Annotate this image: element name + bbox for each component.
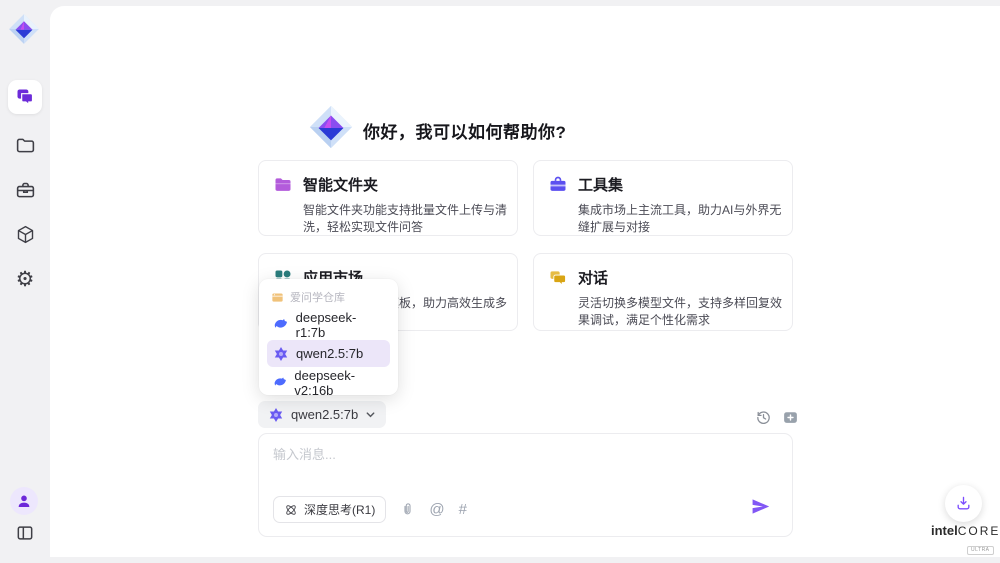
page-title: 你好，我可以如何帮助你? (363, 118, 566, 143)
model-selector[interactable]: qwen2.5:7b (258, 401, 386, 428)
deep-think-label: 深度思考(R1) (304, 501, 375, 518)
card-title: 工具集 (578, 174, 623, 195)
folder-icon (15, 135, 36, 156)
card-description: 灵活切换多模型文件，支持多样回复效果调试，满足个性化需求 (578, 295, 783, 329)
card-toolset[interactable]: 工具集 集成市场上主流工具，助力AI与外界无缝扩展与对接 (533, 160, 793, 236)
core-wordmark: core (958, 524, 1000, 538)
atom-icon (284, 503, 298, 517)
paperclip-icon (400, 502, 415, 517)
sidebar-item-folder[interactable] (0, 133, 50, 157)
model-group-label: 爱问学仓库 (290, 289, 345, 305)
briefcase-icon (15, 180, 36, 201)
qwen-icon (273, 346, 289, 362)
deepseek-whale-icon (273, 375, 287, 391)
sidebar: ⚙ (0, 0, 50, 563)
greeting-logo-icon (308, 104, 354, 150)
send-button[interactable] (751, 497, 770, 521)
intel-core-badge: intelcore ultra (931, 523, 993, 556)
new-chat-plus-icon (782, 409, 799, 426)
model-option-label: deepseek-r1:7b (296, 310, 384, 340)
composer: 深度思考(R1) @ # (258, 433, 793, 537)
qwen-icon (268, 407, 284, 423)
card-smart-folder[interactable]: 智能文件夹 智能文件夹功能支持批量文件上传与清洗，轻松实现文件问答 (258, 160, 518, 236)
app-logo-icon[interactable] (7, 12, 41, 46)
send-icon (751, 497, 770, 516)
card-description: 智能文件夹功能支持批量文件上传与清洗，轻松实现文件问答 (303, 202, 508, 236)
panel-layout-icon (15, 523, 35, 543)
user-avatar[interactable] (10, 487, 38, 515)
purple-folder-icon (273, 175, 293, 195)
gold-chat-icon (548, 268, 568, 288)
sidebar-item-settings[interactable]: ⚙ (0, 266, 50, 292)
sidebar-item-models[interactable] (0, 222, 50, 246)
history-button[interactable] (755, 409, 772, 426)
deep-think-toggle[interactable]: 深度思考(R1) (273, 496, 386, 523)
composer-toolbar: 深度思考(R1) @ # (273, 496, 467, 523)
chevron-down-icon (365, 409, 376, 420)
model-dropdown-group: 爱问学仓库 (267, 287, 390, 311)
sidebar-item-chat[interactable] (8, 80, 42, 114)
intel-wordmark: intel (931, 523, 958, 538)
repository-icon (271, 291, 284, 304)
attach-file-button[interactable] (400, 502, 415, 517)
model-option-deepseek-r1[interactable]: deepseek-r1:7b (267, 311, 390, 338)
model-option-label: qwen2.5:7b (296, 346, 363, 361)
sidebar-item-toolbox[interactable] (0, 178, 50, 202)
model-selector-label: qwen2.5:7b (291, 407, 358, 422)
hash-icon: # (459, 501, 467, 518)
model-option-deepseek-v2[interactable]: deepseek-v2:16b (267, 369, 390, 396)
gear-icon: ⚙ (16, 269, 35, 290)
card-title: 对话 (578, 267, 608, 288)
card-title: 智能文件夹 (303, 174, 378, 195)
cube-icon (15, 224, 36, 245)
model-option-label: deepseek-v2:16b (294, 368, 384, 398)
new-chat-button[interactable] (782, 409, 799, 426)
mention-button[interactable]: @ (429, 502, 444, 517)
chat-bubbles-icon (15, 87, 35, 107)
card-description: 集成市场上主流工具，助力AI与外界无缝扩展与对接 (578, 202, 783, 236)
indigo-briefcase-icon (548, 175, 568, 195)
conversation-actions (755, 409, 799, 426)
person-icon (16, 493, 32, 509)
model-dropdown: 爱问学仓库 deepseek-r1:7b qwen2.5:7b deepseek… (259, 279, 398, 395)
card-dialog[interactable]: 对话 灵活切换多模型文件，支持多样回复效果调试，满足个性化需求 (533, 253, 793, 331)
download-icon (955, 495, 972, 512)
main-panel: 你好，我可以如何帮助你? 智能文件夹 智能文件夹功能支持批量文件上传与清洗，轻松… (50, 6, 1000, 557)
ultra-sub-badge: ultra (967, 546, 994, 555)
model-option-qwen[interactable]: qwen2.5:7b (267, 340, 390, 367)
collapse-sidebar-button[interactable] (0, 521, 50, 545)
download-button[interactable] (945, 485, 982, 522)
prompt-tag-button[interactable]: # (459, 502, 467, 517)
message-input[interactable] (273, 444, 773, 494)
at-icon: @ (429, 501, 444, 518)
history-clock-icon (755, 409, 772, 426)
deepseek-whale-icon (273, 317, 289, 333)
